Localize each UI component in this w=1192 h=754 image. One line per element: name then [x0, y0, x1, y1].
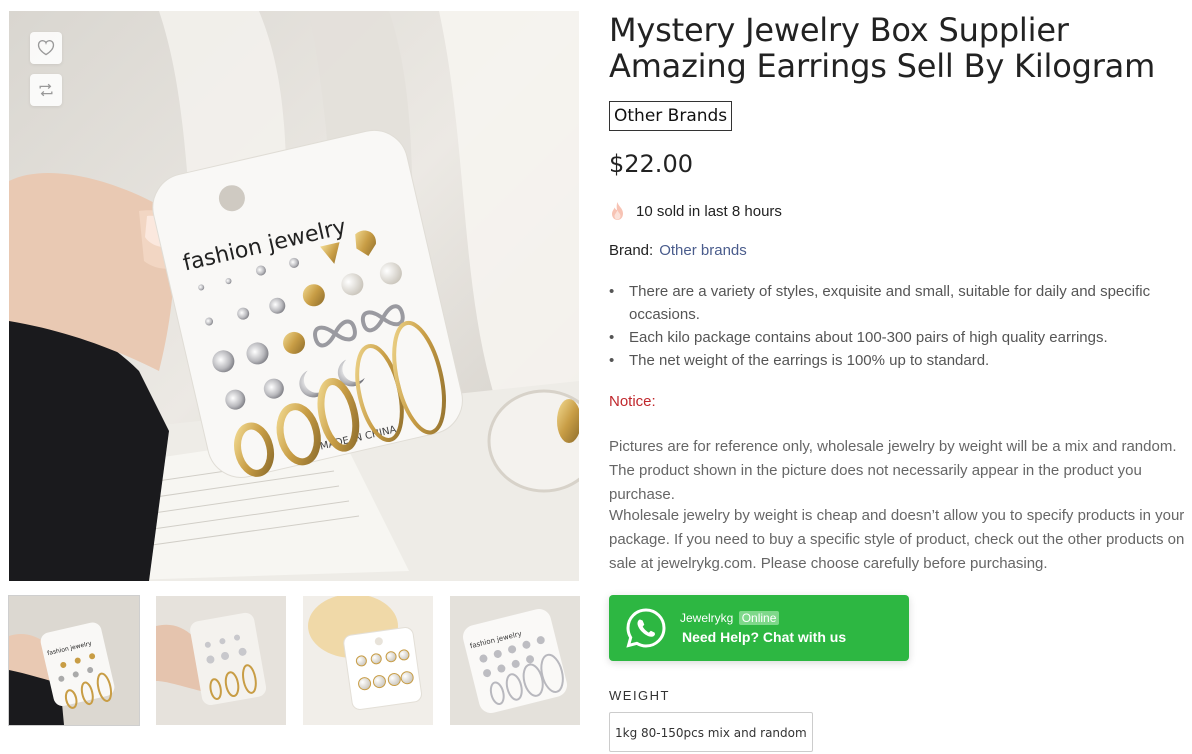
thumbnail-image: fashion jewelry	[9, 596, 139, 725]
main-product-image[interactable]: fashion jewelry MADE IN CHINA	[9, 11, 579, 581]
brand-line: Brand: Other brands	[609, 242, 747, 259]
whatsapp-icon	[626, 608, 666, 648]
compare-icon	[39, 83, 53, 97]
whatsapp-chat-button[interactable]: Jewelrykg Online Need Help? Chat with us	[609, 595, 909, 661]
thumbnail-4[interactable]: fashion jewelry	[450, 596, 580, 725]
sold-text: 10 sold in last 8 hours	[636, 202, 782, 220]
fire-icon	[612, 202, 623, 220]
wishlist-button[interactable]	[30, 32, 62, 64]
brand-label: Brand:	[609, 242, 654, 259]
notice-paragraph: Wholesale jewelry by weight is cheap and…	[609, 507, 1185, 572]
notice-paragraph: Pictures are for reference only, wholesa…	[609, 438, 1177, 503]
feature-item: There are a variety of styles, exquisite…	[609, 280, 1169, 326]
online-status-badge: Online	[738, 611, 780, 625]
product-photo: fashion jewelry MADE IN CHINA	[9, 11, 579, 581]
thumbnail-image	[303, 596, 433, 725]
compare-button[interactable]	[30, 74, 62, 106]
weight-option-button[interactable]: 1kg 80-150pcs mix and random	[609, 712, 813, 752]
feature-item: The net weight of the earrings is 100% u…	[609, 349, 1169, 372]
thumbnail-image	[156, 596, 286, 725]
brand-badge[interactable]: Other Brands	[609, 101, 733, 131]
thumbnail-3[interactable]	[303, 596, 433, 725]
heart-icon	[37, 40, 55, 56]
chat-agent-name: Jewelrykg Online	[680, 611, 780, 625]
notice-label: Notice:	[609, 393, 656, 410]
feature-list: There are a variety of styles, exquisite…	[609, 280, 1169, 372]
product-price: $22.00	[609, 150, 693, 178]
chat-cta-text: Need Help? Chat with us	[682, 629, 847, 645]
agent-name: Jewelrykg	[680, 611, 734, 625]
thumbnail-image: fashion jewelry	[450, 596, 580, 725]
feature-item: Each kilo package contains about 100-300…	[609, 326, 1169, 349]
thumbnail-2[interactable]	[156, 596, 286, 725]
thumbnail-1[interactable]: fashion jewelry	[8, 595, 140, 726]
product-title: Mystery Jewelry Box Supplier Amazing Ear…	[609, 11, 1156, 85]
weight-option-label: WEIGHT	[609, 688, 670, 703]
brand-link[interactable]: Other brands	[659, 242, 747, 259]
thumbnail-strip: fashion jewelry fashion jewelry	[8, 595, 580, 726]
sold-counter: 10 sold in last 8 hours	[609, 201, 782, 221]
